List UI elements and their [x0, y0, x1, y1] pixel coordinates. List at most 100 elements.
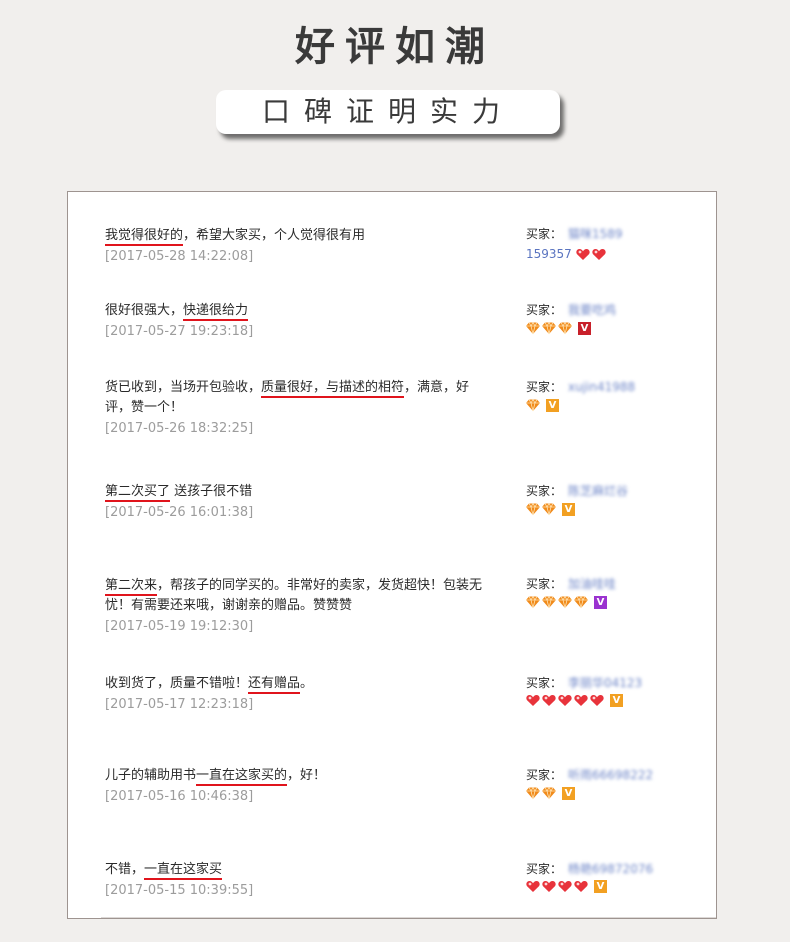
review-highlight: 还有赠品 [248, 676, 301, 694]
vip-level-icon: V [610, 694, 623, 707]
review-highlight: 我觉得很好的 [105, 228, 184, 246]
diamond-icon [558, 595, 572, 609]
diamond-icon [526, 398, 540, 412]
diamond-icon [542, 502, 556, 516]
vip-level-icon: V [562, 786, 575, 800]
buyer-label: 买家： [526, 303, 563, 317]
review-date: [2017-05-19 19:12:30] [105, 619, 254, 634]
review-date: [2017-05-28 14:22:08] [105, 249, 254, 264]
diamond-icon [542, 321, 556, 335]
diamond-icon [542, 786, 556, 800]
buyer-label: 买家： [526, 484, 563, 498]
buyer-name: 猫咪1589 [568, 227, 623, 241]
vip-level-icon: V [594, 595, 607, 609]
buyer-label: 买家： [526, 862, 563, 876]
heart-icon [558, 881, 572, 892]
buyer-info: 买家： 加油哇哇 V [526, 575, 676, 609]
buyer-name: 听雨66698222 [568, 768, 654, 782]
subtitle-banner: 口碑证明实力 [216, 90, 560, 134]
diamond-icon [542, 595, 556, 609]
review-date: [2017-05-26 18:32:25] [105, 421, 254, 436]
review-segment: 收到货了，质量不错啦！ [105, 676, 249, 691]
review-highlight: 一直在这家买的 [196, 768, 288, 786]
reviews-panel: 我觉得很好的，希望大家买，个人觉得很有用 [2017-05-28 14:22:08… [67, 191, 717, 919]
review-date: [2017-05-15 10:39:55] [105, 883, 254, 898]
diamond-icon [526, 502, 540, 516]
review-text: 不错，一直在这家买 [105, 860, 495, 880]
vip-level-icon: V [562, 502, 575, 516]
buyer-name: 李丽华04123 [568, 676, 643, 690]
review-text: 我觉得很好的，希望大家买，个人觉得很有用 [105, 226, 495, 246]
heart-icon [542, 881, 556, 892]
buyer-info: 买家： 李丽华04123 V [526, 674, 676, 707]
review-date: [2017-05-27 19:23:18] [105, 324, 254, 339]
review-segment: 。 [300, 676, 314, 691]
heart-icon [526, 881, 540, 892]
review-segment: 儿子的辅助用书 [105, 768, 197, 783]
buyer-credit-badges: V [526, 398, 676, 412]
buyer-name: 加油哇哇 [568, 577, 617, 591]
buyer-credit-badges: V [526, 595, 676, 609]
review-highlight: 第二次买了 [105, 484, 171, 502]
review-segment: ，希望大家买，个人觉得很有用 [183, 228, 366, 243]
review-highlight: 质量很好，与描述的相符 [261, 380, 405, 398]
review-date: [2017-05-17 12:23:18] [105, 697, 254, 712]
review-highlight: 快递很给力 [183, 303, 249, 321]
review-text: 第二次买了 送孩子很不错 [105, 482, 495, 502]
review-highlight: 一直在这家买 [144, 862, 223, 880]
buyer-info: 买家： 我要吃鸡 V [526, 301, 676, 335]
review-item: 第二次买了 送孩子很不错 [2017-05-26 16:01:38] [105, 482, 495, 520]
panel-bottom-divider [101, 917, 716, 918]
buyer-info: 买家： xujin41988 V [526, 378, 676, 412]
review-text: 很好很强大，快递很给力 [105, 301, 495, 321]
buyer-info: 买家： 猫咪1589 159357 [526, 225, 676, 263]
heart-icon [526, 695, 540, 706]
buyer-name: 杨艳69872076 [568, 862, 654, 876]
review-highlight: 第二次来 [105, 578, 158, 596]
heart-icon [590, 695, 604, 706]
buyer-info: 买家： 陈芝麻烂谷 V [526, 482, 676, 516]
heart-icon [576, 248, 590, 260]
buyer-credit-badges: V [526, 502, 676, 516]
review-segment: 不错， [105, 862, 145, 877]
review-item: 收到货了，质量不错啦！还有赠品。 [2017-05-17 12:23:18] [105, 674, 495, 712]
buyer-credit-badges: V [526, 880, 676, 893]
buyer-credit-badges: V [526, 694, 676, 707]
diamond-icon [558, 321, 572, 335]
review-segment: 货已收到，当场开包验收， [105, 380, 262, 395]
review-segment: 送孩子很不错 [170, 484, 253, 499]
buyer-credit-badges: 159357 [526, 245, 676, 263]
buyer-name: 我要吃鸡 [568, 303, 617, 317]
review-date: [2017-05-26 16:01:38] [105, 505, 254, 520]
review-text: 货已收到，当场开包验收，质量很好，与描述的相符，满意，好评，赞一个！ [105, 378, 495, 418]
heart-icon [542, 695, 556, 706]
heart-icon [574, 881, 588, 892]
review-item: 儿子的辅助用书一直在这家买的，好！ [2017-05-16 10:46:38] [105, 766, 495, 804]
buyer-info: 买家： 杨艳69872076 V [526, 860, 676, 893]
buyer-name: xujin41988 [568, 380, 636, 394]
buyer-label: 买家： [526, 768, 563, 782]
review-segment: ，帮孩子的同学买的。非常好的卖家，发货超快！包装无忧！有需要还来哦，谢谢亲的赠品… [105, 578, 483, 613]
heart-icon [558, 695, 572, 706]
review-item: 不错，一直在这家买 [2017-05-15 10:39:55] [105, 860, 495, 898]
heart-icon [574, 695, 588, 706]
diamond-icon [526, 321, 540, 335]
buyer-label: 买家： [526, 380, 563, 394]
vip-level-icon: V [594, 880, 607, 893]
review-date: [2017-05-16 10:46:38] [105, 789, 254, 804]
review-item: 第二次来，帮孩子的同学买的。非常好的卖家，发货超快！包装无忧！有需要还来哦，谢谢… [105, 576, 495, 634]
buyer-label: 买家： [526, 577, 563, 591]
review-text: 儿子的辅助用书一直在这家买的，好！ [105, 766, 495, 786]
diamond-icon [526, 595, 540, 609]
buyer-label: 买家： [526, 676, 563, 690]
diamond-icon [574, 595, 588, 609]
buyer-credit-badges: V [526, 321, 676, 335]
review-item: 我觉得很好的，希望大家买，个人觉得很有用 [2017-05-28 14:22:08… [105, 226, 495, 264]
buyer-name-continued: 159357 [526, 247, 572, 261]
review-item: 很好很强大，快递很给力 [2017-05-27 19:23:18] [105, 301, 495, 339]
review-text: 第二次来，帮孩子的同学买的。非常好的卖家，发货超快！包装无忧！有需要还来哦，谢谢… [105, 576, 495, 616]
buyer-info: 买家： 听雨66698222 V [526, 766, 676, 800]
buyer-label: 买家： [526, 227, 563, 241]
buyer-credit-badges: V [526, 786, 676, 800]
vip-level-icon: V [578, 321, 591, 335]
